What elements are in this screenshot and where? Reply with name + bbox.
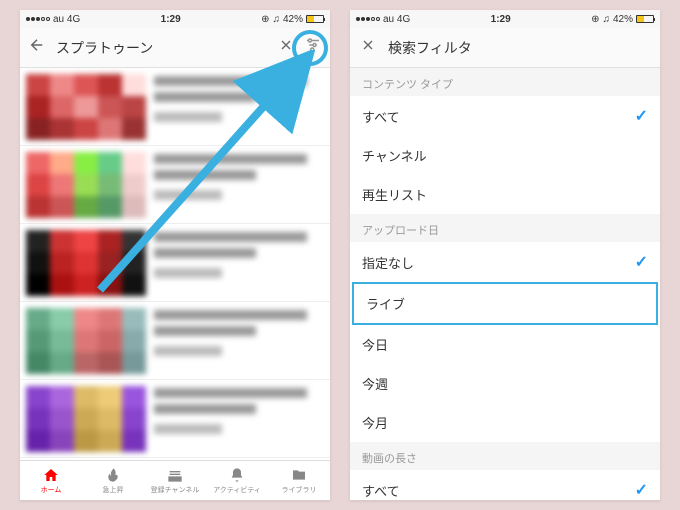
tab-label: ホーム <box>41 485 62 495</box>
status-bar: au 4G 1:29 ⊕ ♫ 42% <box>350 10 660 28</box>
filter-option-duration-all[interactable]: すべて ✓ <box>350 470 660 500</box>
close-icon[interactable] <box>360 37 376 58</box>
tab-label: 急上昇 <box>103 485 124 495</box>
filter-option-today[interactable]: 今日 <box>350 325 660 364</box>
phone-right-filter-panel: au 4G 1:29 ⊕ ♫ 42% 検索フィルタ コンテンツ タイプ すべて … <box>350 10 660 500</box>
option-label: 指定なし <box>362 253 414 272</box>
tab-subscriptions[interactable]: 登録チャンネル <box>144 461 206 500</box>
status-bar: au 4G 1:29 ⊕ ♫ 42% <box>20 10 330 28</box>
tab-trending[interactable]: 急上昇 <box>82 461 144 500</box>
result-item[interactable] <box>20 146 330 224</box>
section-upload-date-label: アップロード日 <box>350 214 660 242</box>
check-icon: ✓ <box>635 252 648 272</box>
filter-sections[interactable]: コンテンツ タイプ すべて ✓ チャンネル 再生リスト アップロード日 指定なし… <box>350 68 660 500</box>
clock: 1:29 <box>491 14 511 25</box>
filter-option-month[interactable]: 今月 <box>350 403 660 442</box>
tab-label: ライブラリ <box>282 485 317 495</box>
option-label: チャンネル <box>362 146 427 165</box>
result-item[interactable] <box>20 302 330 380</box>
carrier-text: au 4G <box>383 14 410 25</box>
tab-home[interactable]: ホーム <box>20 461 82 500</box>
phone-left-search-results: au 4G 1:29 ⊕ ♫ 42% スプラトゥーン <box>20 10 330 500</box>
check-icon: ✓ <box>635 106 648 126</box>
video-thumbnail <box>26 230 146 296</box>
alarm-icon: ⊕ <box>261 14 269 25</box>
option-label: すべて <box>362 107 400 126</box>
video-thumbnail <box>26 386 146 452</box>
option-label: 再生リスト <box>362 185 427 204</box>
signal-dots <box>26 17 50 21</box>
option-label: すべて <box>362 481 400 500</box>
video-thumbnail <box>26 308 146 374</box>
tab-label: 登録チャンネル <box>151 485 200 495</box>
headphones-icon: ♫ <box>272 14 280 25</box>
option-label: 今週 <box>362 374 388 393</box>
filter-title: 検索フィルタ <box>388 38 472 58</box>
filter-option-playlist[interactable]: 再生リスト <box>350 175 660 214</box>
section-content-type-label: コンテンツ タイプ <box>350 68 660 96</box>
result-item[interactable] <box>20 380 330 458</box>
clock: 1:29 <box>161 14 181 25</box>
battery-icon <box>306 15 324 23</box>
carrier-text: au 4G <box>53 14 80 25</box>
search-bar: スプラトゥーン <box>20 28 330 68</box>
battery-percent: 42% <box>283 14 303 25</box>
video-thumbnail <box>26 152 146 218</box>
search-input[interactable]: スプラトゥーン <box>56 38 268 58</box>
result-item[interactable] <box>20 68 330 146</box>
bottom-tab-bar: ホーム 急上昇 登録チャンネル アクティビティ ライブラリ <box>20 460 330 500</box>
option-label: 今日 <box>362 335 388 354</box>
signal-dots <box>356 17 380 21</box>
tab-label: アクティビティ <box>213 485 261 495</box>
result-item[interactable] <box>20 224 330 302</box>
back-arrow-icon[interactable] <box>28 36 46 59</box>
filter-option-week[interactable]: 今週 <box>350 364 660 403</box>
filter-option-all[interactable]: すべて ✓ <box>350 96 660 136</box>
option-label: 今月 <box>362 413 388 432</box>
filter-option-live[interactable]: ライブ <box>352 282 658 325</box>
tab-library[interactable]: ライブラリ <box>268 461 330 500</box>
option-label: ライブ <box>366 294 405 313</box>
search-results-list[interactable] <box>20 68 330 460</box>
section-duration-label: 動画の長さ <box>350 442 660 470</box>
filter-header: 検索フィルタ <box>350 28 660 68</box>
filter-option-channel[interactable]: チャンネル <box>350 136 660 175</box>
battery-icon <box>636 15 654 23</box>
alarm-icon: ⊕ <box>591 14 599 25</box>
tab-activity[interactable]: アクティビティ <box>206 461 268 500</box>
video-thumbnail <box>26 74 146 140</box>
clear-icon[interactable] <box>278 37 294 58</box>
check-icon: ✓ <box>635 480 648 500</box>
battery-percent: 42% <box>613 14 633 25</box>
filter-option-none[interactable]: 指定なし ✓ <box>350 242 660 282</box>
headphones-icon: ♫ <box>602 14 610 25</box>
filter-icon[interactable] <box>304 36 322 59</box>
